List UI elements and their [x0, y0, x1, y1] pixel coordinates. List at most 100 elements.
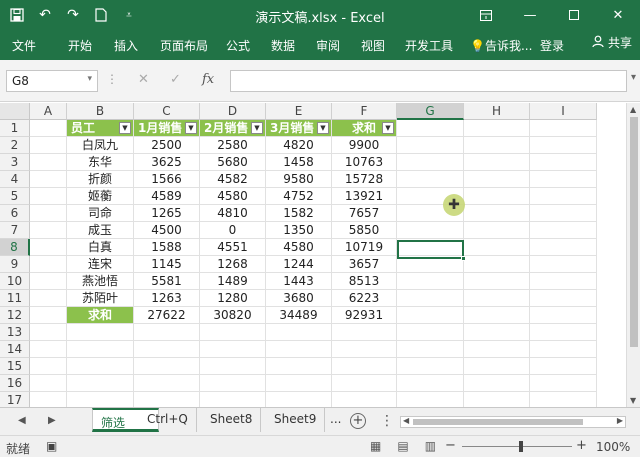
cell[interactable] — [67, 324, 134, 341]
table-cell[interactable]: 3657 — [332, 256, 397, 273]
cell[interactable] — [30, 307, 67, 324]
cell[interactable] — [464, 239, 530, 256]
cell[interactable] — [464, 375, 530, 392]
cell[interactable] — [30, 290, 67, 307]
cancel-icon[interactable]: ✕ — [138, 72, 149, 87]
table-header-cell[interactable]: 员工 ▼ — [67, 120, 134, 137]
cell[interactable] — [397, 392, 464, 407]
cell[interactable] — [67, 375, 134, 392]
row-header-16[interactable]: 16 — [0, 375, 30, 392]
table-cell[interactable]: 东华 — [67, 154, 134, 171]
cell[interactable] — [530, 205, 597, 222]
cell[interactable] — [30, 239, 67, 256]
cell[interactable] — [464, 341, 530, 358]
cell[interactable] — [464, 273, 530, 290]
macro-record-icon[interactable]: ▣ — [46, 439, 57, 453]
scroll-right-icon[interactable]: ▶ — [617, 416, 623, 425]
cell[interactable] — [464, 171, 530, 188]
column-header-i[interactable]: I — [530, 103, 597, 120]
scroll-up-icon[interactable]: ▲ — [630, 105, 636, 114]
table-cell[interactable]: 折颜 — [67, 171, 134, 188]
cell[interactable] — [332, 375, 397, 392]
table-cell[interactable]: 5581 — [134, 273, 200, 290]
tab-data[interactable]: 数据 — [271, 37, 295, 54]
cell[interactable] — [530, 239, 597, 256]
cell[interactable] — [30, 120, 67, 137]
table-cell[interactable]: 6223 — [332, 290, 397, 307]
column-header-e[interactable]: E — [266, 103, 332, 120]
table-cell[interactable]: 连宋 — [67, 256, 134, 273]
name-box-dropdown-icon[interactable]: ▾ — [87, 74, 92, 84]
sheet-nav-prev-icon[interactable]: ◀ — [18, 415, 26, 426]
table-cell[interactable]: 1566 — [134, 171, 200, 188]
expand-formula-bar-icon[interactable]: ▾ — [631, 72, 636, 83]
cell[interactable] — [397, 307, 464, 324]
row-header-7[interactable]: 7 — [0, 222, 30, 239]
zoom-slider-knob[interactable] — [519, 441, 523, 452]
cell[interactable] — [464, 188, 530, 205]
cell[interactable] — [464, 358, 530, 375]
filter-dropdown-icon[interactable]: ▼ — [185, 122, 197, 134]
table-cell[interactable]: 9900 — [332, 137, 397, 154]
cell[interactable] — [134, 341, 200, 358]
table-cell[interactable]: 0 — [200, 222, 266, 239]
cell[interactable] — [30, 256, 67, 273]
scroll-down-icon[interactable]: ▼ — [630, 396, 636, 405]
column-header-b[interactable]: B — [67, 103, 134, 120]
cell[interactable] — [67, 358, 134, 375]
column-header-h[interactable]: H — [464, 103, 530, 120]
cell[interactable] — [30, 341, 67, 358]
cell[interactable] — [30, 222, 67, 239]
table-cell[interactable]: 4500 — [134, 222, 200, 239]
table-cell[interactable]: 苏陌叶 — [67, 290, 134, 307]
cell[interactable] — [134, 375, 200, 392]
cell[interactable] — [397, 358, 464, 375]
row-header-9[interactable]: 9 — [0, 256, 30, 273]
table-cell[interactable]: 2580 — [200, 137, 266, 154]
cell[interactable] — [266, 341, 332, 358]
cell[interactable] — [530, 222, 597, 239]
cell[interactable] — [200, 341, 266, 358]
table-cell[interactable]: 4580 — [200, 188, 266, 205]
cell[interactable] — [134, 392, 200, 407]
table-cell[interactable]: 1265 — [134, 205, 200, 222]
cell[interactable] — [530, 256, 597, 273]
cell[interactable] — [266, 392, 332, 407]
cell[interactable] — [266, 358, 332, 375]
total-cell[interactable]: 92931 — [332, 307, 397, 324]
cell[interactable] — [464, 120, 530, 137]
table-cell[interactable]: 4551 — [200, 239, 266, 256]
table-cell[interactable]: 10719 — [332, 239, 397, 256]
table-cell[interactable]: 2500 — [134, 137, 200, 154]
sheet-tab-sheet8[interactable]: Sheet8 — [202, 408, 262, 432]
cell[interactable] — [30, 273, 67, 290]
table-cell[interactable]: 姬蘅 — [67, 188, 134, 205]
cell[interactable] — [30, 137, 67, 154]
cell[interactable] — [464, 290, 530, 307]
table-cell[interactable]: 1489 — [200, 273, 266, 290]
table-cell[interactable]: 1350 — [266, 222, 332, 239]
cell[interactable] — [530, 341, 597, 358]
column-header-c[interactable]: C — [134, 103, 200, 120]
table-cell[interactable]: 燕池悟 — [67, 273, 134, 290]
table-cell[interactable]: 1582 — [266, 205, 332, 222]
table-header-cell[interactable]: 2月销售 ▼ — [200, 120, 266, 137]
tab-developer[interactable]: 开发工具 — [405, 37, 453, 54]
column-header-d[interactable]: D — [200, 103, 266, 120]
cell[interactable] — [397, 375, 464, 392]
table-cell[interactable]: 5850 — [332, 222, 397, 239]
cell[interactable] — [30, 171, 67, 188]
name-box[interactable]: G8 ▾ — [6, 70, 98, 92]
column-header-g[interactable]: G — [397, 103, 464, 120]
row-header-12[interactable]: 12 — [0, 307, 30, 324]
table-cell[interactable]: 5680 — [200, 154, 266, 171]
cell[interactable] — [530, 290, 597, 307]
row-header-5[interactable]: 5 — [0, 188, 30, 205]
cell[interactable] — [397, 273, 464, 290]
table-cell[interactable]: 13921 — [332, 188, 397, 205]
cell[interactable] — [464, 307, 530, 324]
close-icon[interactable]: ✕ — [596, 0, 640, 30]
cell[interactable] — [67, 341, 134, 358]
cell[interactable] — [266, 324, 332, 341]
cell[interactable] — [464, 324, 530, 341]
